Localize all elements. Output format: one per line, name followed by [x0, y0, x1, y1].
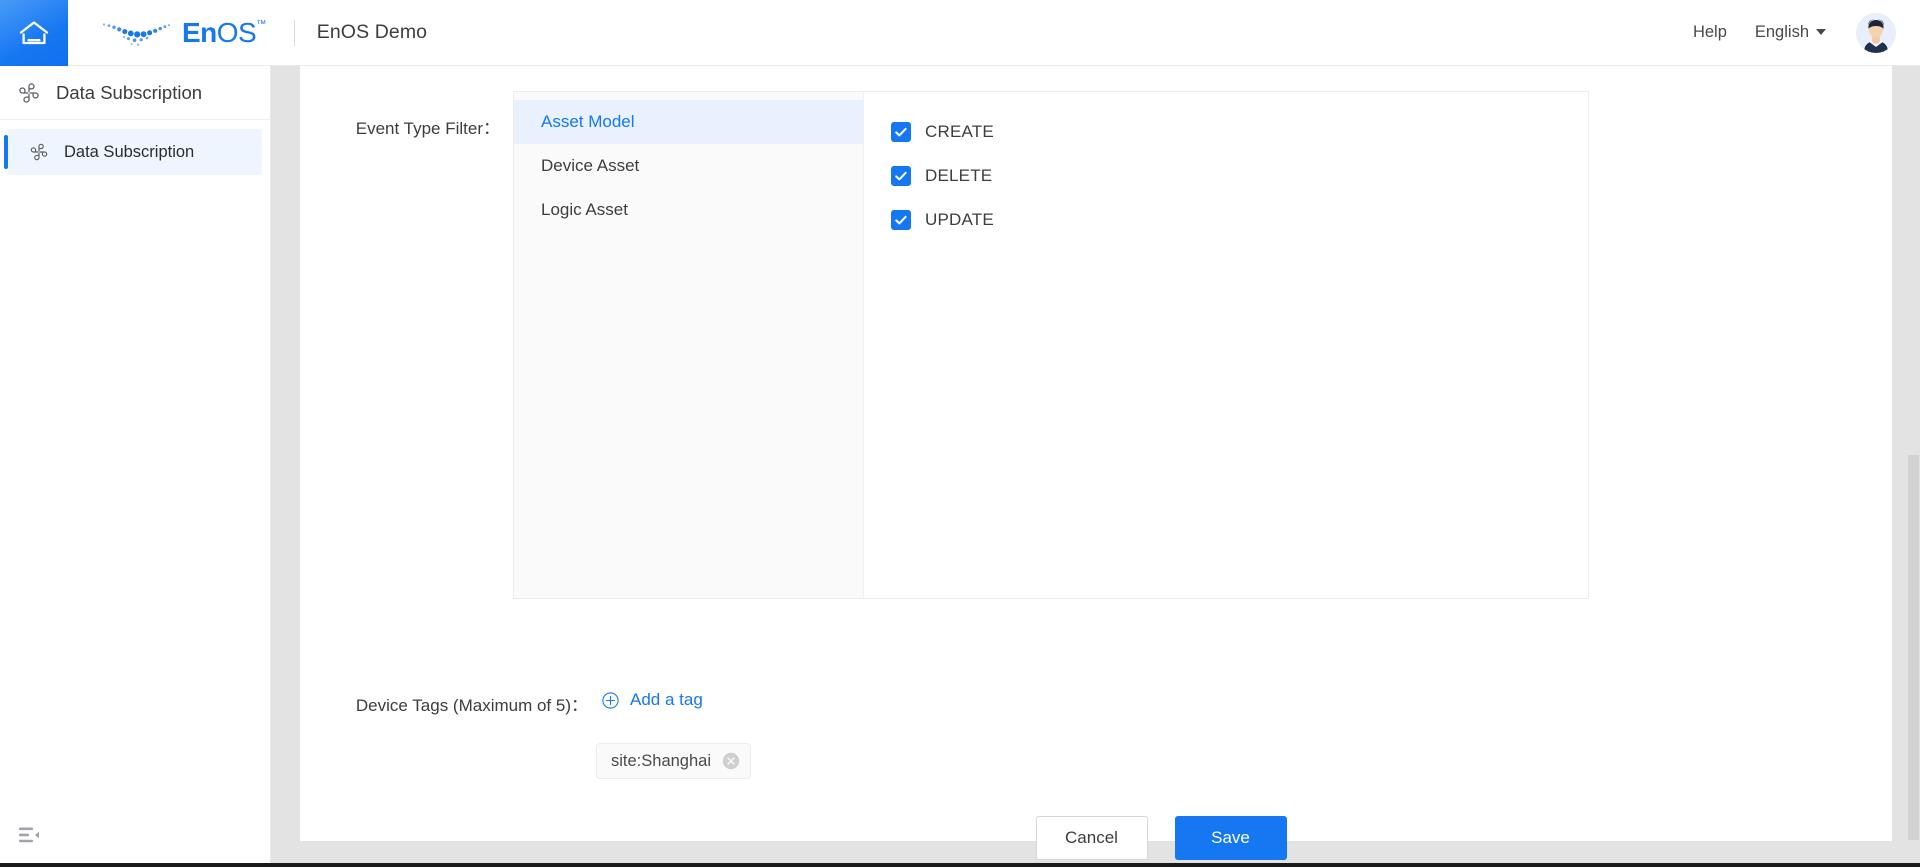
chevron-down-icon	[1816, 29, 1826, 35]
event-type-row-create[interactable]: CREATE	[891, 110, 1588, 154]
home-button[interactable]	[0, 0, 68, 66]
event-type-label-create: CREATE	[925, 122, 994, 141]
application-window: EnOS™ EnOS Demo Help English Data Subscr…	[0, 0, 1920, 867]
event-type-row-update[interactable]: UPDATE	[891, 198, 1588, 242]
pinwheel-icon	[16, 80, 42, 106]
asset-type-list: Asset Model Device Asset Logic Asset	[514, 92, 864, 598]
language-selector[interactable]: English	[1741, 23, 1840, 42]
event-type-filter-box: Asset Model Device Asset Logic Asset CRE…	[513, 91, 1589, 599]
language-label: English	[1754, 23, 1809, 41]
pinwheel-icon	[28, 141, 50, 163]
page-background: Event Type Filter： Asset Model Device As…	[271, 66, 1920, 867]
checkbox-update[interactable]	[891, 210, 911, 230]
brand-divider	[293, 19, 295, 46]
event-type-label-update: UPDATE	[925, 210, 994, 229]
page-title: EnOS Demo	[316, 21, 428, 43]
tag-chip-label: site:Shanghai	[611, 751, 711, 770]
device-tags-label: Device Tags (Maximum of 5)：	[355, 696, 588, 715]
header-actions: Help English	[1679, 12, 1920, 53]
logo-wordmark: EnOS™	[182, 16, 266, 48]
close-circle-icon[interactable]	[722, 752, 740, 770]
brand-logo[interactable]: EnOS™ EnOS Demo	[100, 18, 427, 48]
page-vertical-scrollbar[interactable]	[1906, 66, 1920, 867]
form-action-buttons: Cancel Save	[300, 816, 1892, 860]
enos-dots-logo-icon	[100, 18, 178, 48]
home-icon	[17, 18, 51, 48]
asset-type-item-device-asset[interactable]: Device Asset	[514, 144, 863, 188]
sidebar-header: Data Subscription	[0, 66, 270, 120]
checkbox-create[interactable]	[891, 122, 911, 142]
tag-chip[interactable]: site:Shanghai	[596, 743, 751, 779]
event-type-label-delete: DELETE	[925, 166, 993, 185]
sidebar-menu: Data Subscription	[0, 120, 270, 175]
checkbox-delete[interactable]	[891, 166, 911, 186]
add-tag-button[interactable]: Add a tag	[602, 690, 703, 710]
event-type-checkbox-list: CREATE DELETE UPDATE	[864, 92, 1588, 598]
save-button[interactable]: Save	[1174, 816, 1287, 860]
asset-type-item-logic-asset[interactable]: Logic Asset	[514, 188, 863, 232]
event-type-row-delete[interactable]: DELETE	[891, 154, 1588, 198]
event-type-filter-label: Event Type Filter：	[355, 119, 500, 138]
help-link[interactable]: Help	[1679, 23, 1741, 42]
scrollbar-thumb[interactable]	[1908, 455, 1919, 840]
add-tag-label: Add a tag	[630, 690, 703, 709]
top-header-bar: EnOS™ EnOS Demo Help English	[0, 0, 1920, 66]
content-card: Event Type Filter： Asset Model Device As…	[300, 66, 1892, 860]
sidebar-item-data-subscription[interactable]: Data Subscription	[4, 129, 262, 175]
sidebar-title-label: Data Subscription	[56, 81, 203, 103]
sidebar-item-label: Data Subscription	[64, 142, 195, 161]
menu-fold-icon	[18, 825, 42, 850]
device-tag-chips: site:Shanghai	[596, 743, 751, 779]
asset-type-item-asset-model[interactable]: Asset Model	[514, 100, 863, 144]
window-bottom-edge	[0, 863, 1920, 867]
left-sidebar: Data Subscription Data Subscription	[0, 66, 271, 867]
sidebar-collapse-button[interactable]	[18, 825, 46, 849]
cancel-button[interactable]: Cancel	[1035, 816, 1148, 860]
plus-circle-icon	[602, 691, 619, 709]
avatar[interactable]	[1856, 12, 1896, 53]
